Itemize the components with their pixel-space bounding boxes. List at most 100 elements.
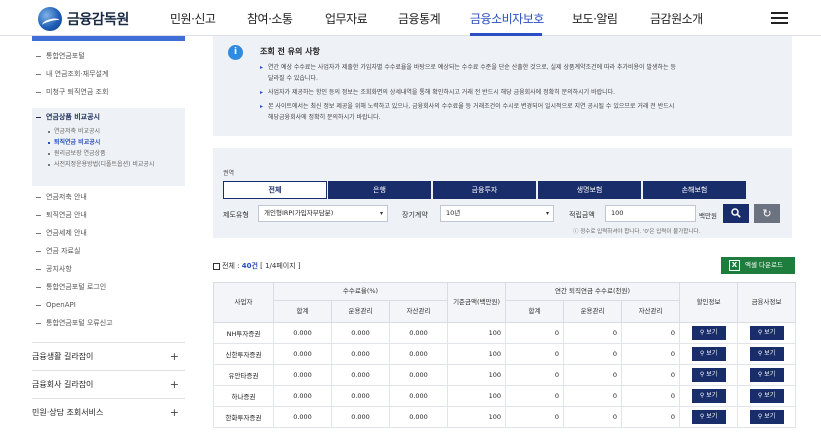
company-view-button[interactable]: ⚲ 보기 xyxy=(749,410,784,424)
sidebar-item-retirement-guide[interactable]: 퇴직연금 안내 xyxy=(32,206,185,224)
reset-button[interactable]: ↻ xyxy=(754,204,780,223)
amount-label: 적립금액 xyxy=(569,211,595,219)
sidebar-sub-retirement[interactable]: 퇴직연금 비교공시 xyxy=(32,137,185,148)
sidebar-item-my-pension[interactable]: 내 연금조회·재무설계 xyxy=(32,65,185,83)
cell-fee-total: 0 xyxy=(505,406,565,428)
cell-fee-op: 0 xyxy=(563,364,623,386)
search-button[interactable] xyxy=(723,204,749,223)
search-icon: ⚲ xyxy=(757,392,763,399)
nav-item-work-data[interactable]: 업무자료 xyxy=(325,10,368,27)
tab-life-insurance[interactable]: 생명보험 xyxy=(538,181,641,199)
plus-icon: + xyxy=(169,350,179,363)
nav-item-participation[interactable]: 참여·소통 xyxy=(247,10,293,27)
site-header: 금융감독원 민원·신고 참여·소통 업무자료 금융통계 금융소비자보호 보도·알… xyxy=(0,0,821,36)
cell-fee-total: 0 xyxy=(505,385,565,407)
tab-bank[interactable]: 은행 xyxy=(328,181,431,199)
nav-item-consumer-protection[interactable]: 금융소비자보호 xyxy=(470,10,544,27)
discount-view-button[interactable]: ⚲ 보기 xyxy=(691,326,726,340)
sidebar-item-library[interactable]: 연금 자료실 xyxy=(32,242,185,260)
period-select[interactable]: 10년 ▾ xyxy=(440,205,554,222)
amount-unit: 백만원 xyxy=(699,212,717,220)
cell-rate-asset: 0.000 xyxy=(388,406,449,428)
sidebar-active-group: 연금상품 비교공시 연금저축 비교공시 퇴직연금 비교공시 원리금보장 연금상품… xyxy=(32,108,185,186)
discount-view-button[interactable]: ⚲ 보기 xyxy=(691,389,726,403)
table-row: 신한투자증권 0.000 0.000 0.000 100 0 0 0 ⚲ 보기 … xyxy=(213,343,797,365)
sidebar-sub-guaranteed[interactable]: 원리금보장 연금상품 xyxy=(32,148,185,159)
cell-company: 하나증권 xyxy=(213,385,274,407)
tab-investment[interactable]: 금융투자 xyxy=(433,181,536,199)
discount-view-button[interactable]: ⚲ 보기 xyxy=(691,347,726,361)
cell-rate-asset: 0.000 xyxy=(388,322,449,344)
notice-line: 사업자가 제공하는 항인 등의 정보는 조회화면의 상세내역을 통해 확인하시고… xyxy=(260,87,780,98)
tab-all[interactable]: 전체 xyxy=(223,181,327,199)
amount-input[interactable]: 100 xyxy=(605,205,696,222)
plus-icon: + xyxy=(169,406,179,419)
cell-rate-total: 0.000 xyxy=(273,364,332,386)
cell-rate-op: 0.000 xyxy=(331,322,390,344)
sidebar-item-unclaimed[interactable]: 미청구 퇴직연금 조회 xyxy=(32,83,185,101)
sidebar-item-error-report[interactable]: 통합연금포털 오류신고 xyxy=(32,314,185,332)
cell-base: 100 xyxy=(447,343,507,365)
cell-fee-asset: 0 xyxy=(621,343,681,365)
search-icon: ⚲ xyxy=(699,329,705,336)
sidebar-section-company-guide[interactable]: 금융회사 길라잡이 + xyxy=(32,370,185,398)
discount-view-button[interactable]: ⚲ 보기 xyxy=(691,368,726,382)
sidebar-item-tax-guide[interactable]: 연금세제 안내 xyxy=(32,224,185,242)
col-fee-op: 운용관리 xyxy=(563,300,623,323)
sidebar-section-complaint-service[interactable]: 민원·상담 조회서비스 + xyxy=(32,398,185,426)
sidebar-accent-bar xyxy=(32,36,185,41)
company-view-button[interactable]: ⚲ 보기 xyxy=(749,368,784,382)
cell-rate-asset: 0.000 xyxy=(388,385,449,407)
cell-rate-total: 0.000 xyxy=(273,322,332,344)
sidebar-item-login[interactable]: 통합연금포털 로그인 xyxy=(32,278,185,296)
excel-download-button[interactable]: X 엑셀 다운로드 xyxy=(721,257,795,274)
sidebar-section-finance-guide[interactable]: 금융생활 길라잡이 + xyxy=(32,342,185,370)
sidebar-item-notice[interactable]: 공지사항 xyxy=(32,260,185,278)
notice-line: 본 사이트에서는 최신 정보 제공을 위해 노력하고 있으나, 금융회사의 수수… xyxy=(260,101,780,112)
discount-view-button[interactable]: ⚲ 보기 xyxy=(691,410,726,424)
sidebar-sub-savings[interactable]: 연금저축 비교공시 xyxy=(32,126,185,137)
total-count: 40건 xyxy=(241,262,258,270)
company-view-button[interactable]: ⚲ 보기 xyxy=(749,326,784,340)
plus-icon: + xyxy=(169,378,179,391)
search-icon: ⚲ xyxy=(699,392,705,399)
menu-icon[interactable] xyxy=(771,12,788,24)
cell-rate-op: 0.000 xyxy=(331,385,390,407)
sidebar-item-portal[interactable]: 통합연금포털 xyxy=(32,47,185,65)
sidebar-sub-default-option[interactable]: 사전지정운용방법(디폴트옵션) 비교공시 xyxy=(32,159,185,170)
nav-item-press[interactable]: 보도·알림 xyxy=(572,10,618,27)
company-view-button[interactable]: ⚲ 보기 xyxy=(749,389,784,403)
table-row: 하나증권 0.000 0.000 0.000 100 0 0 0 ⚲ 보기 ⚲ … xyxy=(213,385,797,407)
cell-company: 유안타증권 xyxy=(213,364,274,386)
amount-hint: ⓘ 정수로 입력하셔야 합니다. '0'은 입력이 불가합니다. xyxy=(573,229,701,235)
cell-fee-asset: 0 xyxy=(621,322,681,344)
cell-fee-op: 0 xyxy=(563,343,623,365)
sector-label: 권역 xyxy=(223,170,235,177)
nav-item-complaint[interactable]: 민원·신고 xyxy=(170,10,216,27)
chevron-down-icon: ▾ xyxy=(545,210,549,217)
sidebar-item-openapi[interactable]: OpenAPI xyxy=(32,296,185,314)
site-logo[interactable]: 금융감독원 xyxy=(38,7,129,31)
nav-item-statistics[interactable]: 금융통계 xyxy=(398,10,441,27)
cell-company: 신한투자증권 xyxy=(213,343,274,365)
sidebar-bottom-group: 연금저축 안내 퇴직연금 안내 연금세제 안내 연금 자료실 공지사항 통합연금… xyxy=(32,188,185,332)
cell-fee-total: 0 xyxy=(505,364,565,386)
col-rate-total: 합계 xyxy=(273,300,332,323)
sidebar-item-compare[interactable]: 연금상품 비교공시 xyxy=(32,108,185,126)
cell-base: 100 xyxy=(447,385,507,407)
col-rate-op: 운용관리 xyxy=(331,300,390,323)
col-fee-rate: 수수료율(%) xyxy=(272,282,449,301)
cell-fee-op: 0 xyxy=(563,406,623,428)
nav-item-about[interactable]: 금감원소개 xyxy=(650,10,703,27)
type-select[interactable]: 개인형IRP(가입자부담분) ▾ xyxy=(258,205,388,222)
notice-line: 달라질 수 있습니다. xyxy=(268,75,318,82)
table-row: 한화투자증권 0.000 0.000 0.000 100 0 0 0 ⚲ 보기 … xyxy=(213,406,797,428)
tab-nonlife-insurance[interactable]: 손해보험 xyxy=(643,181,746,199)
company-view-button[interactable]: ⚲ 보기 xyxy=(749,347,784,361)
search-icon: ⚲ xyxy=(757,350,763,357)
col-fee-asset: 자산관리 xyxy=(621,300,681,323)
cell-company: 한화투자증권 xyxy=(213,406,274,428)
sidebar-item-savings-guide[interactable]: 연금저축 안내 xyxy=(32,188,185,206)
period-label: 장기계약 xyxy=(402,211,428,219)
search-icon: ⚲ xyxy=(699,371,705,378)
